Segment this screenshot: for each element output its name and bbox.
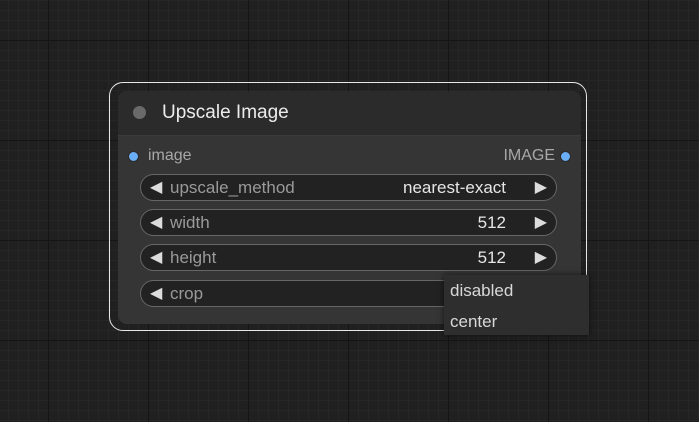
decrement-arrow-icon[interactable]: ◀	[150, 213, 162, 233]
decrement-arrow-icon[interactable]: ◀	[150, 178, 162, 198]
decrement-arrow-icon[interactable]: ◀	[150, 284, 162, 304]
widget-height[interactable]: ◀ height 512 ▶	[140, 244, 557, 271]
increment-arrow-icon[interactable]: ▶	[535, 213, 547, 233]
widget-value[interactable]: 512	[478, 213, 506, 233]
widget-label: height	[170, 248, 217, 267]
menu-option-center[interactable]: center	[450, 312, 497, 332]
increment-arrow-icon[interactable]: ▶	[535, 178, 547, 198]
input-connector-icon[interactable]	[128, 150, 139, 162]
widget-label: crop	[170, 284, 204, 303]
decrement-arrow-icon[interactable]: ◀	[150, 248, 162, 268]
node-title: Upscale Image	[162, 102, 289, 123]
node-title-bar[interactable]: Upscale Image	[118, 91, 581, 136]
collapse-toggle-icon[interactable]	[133, 106, 146, 119]
increment-arrow-icon[interactable]: ▶	[535, 248, 547, 268]
output-slot-label: IMAGE	[503, 147, 555, 164]
widget-width[interactable]: ◀ width 512 ▶	[140, 209, 557, 236]
output-slot-image[interactable]: IMAGE	[503, 146, 571, 166]
input-slot-label: image	[148, 147, 192, 164]
widget-value[interactable]: nearest-exact	[403, 178, 506, 198]
output-connector-icon[interactable]	[560, 150, 571, 162]
menu-option-disabled[interactable]: disabled	[450, 281, 513, 301]
widget-upscale-method[interactable]: ◀ upscale_method nearest-exact ▶	[140, 174, 557, 201]
widget-label: width	[170, 213, 210, 232]
widget-value[interactable]: 512	[478, 248, 506, 268]
input-slot-image[interactable]: image	[128, 146, 192, 166]
widget-label: upscale_method	[170, 178, 295, 197]
crop-options-menu[interactable]: disabled center	[444, 275, 589, 335]
